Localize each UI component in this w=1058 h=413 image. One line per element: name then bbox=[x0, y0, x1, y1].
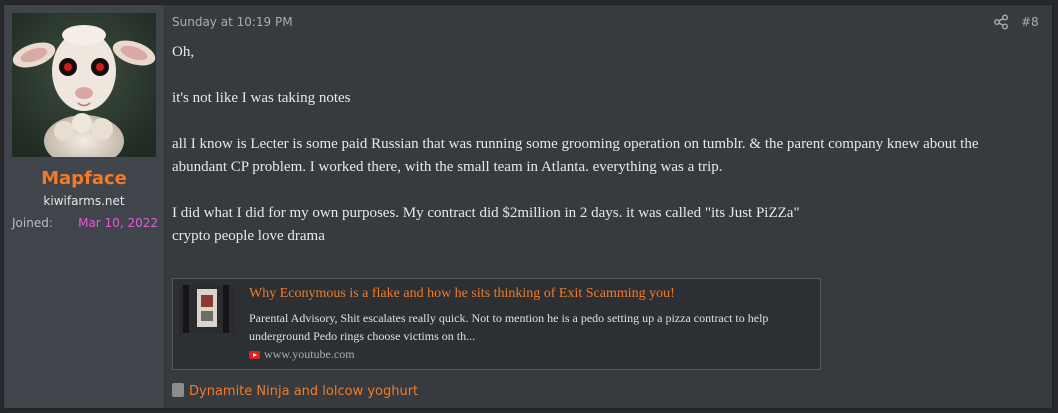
link-preview-card[interactable]: Why Econymous is a flake and how he sits… bbox=[172, 278, 821, 370]
lamb-avatar-icon bbox=[12, 13, 156, 157]
user-info-column: Mapface kiwifarms.net Joined: Mar 10, 20… bbox=[4, 5, 165, 408]
message-post: Mapface kiwifarms.net Joined: Mar 10, 20… bbox=[3, 4, 1053, 409]
post-timestamp[interactable]: Sunday at 10:19 PM bbox=[172, 15, 293, 29]
post-paragraph: crypto people love drama bbox=[172, 228, 325, 244]
post-body: Oh, it's not like I was taking notes all… bbox=[172, 41, 1032, 248]
thumbnail-image-icon bbox=[179, 285, 235, 333]
youtube-icon bbox=[249, 351, 260, 360]
user-title: kiwifarms.net bbox=[43, 194, 125, 208]
link-preview-domain-text: www.youtube.com bbox=[264, 347, 355, 361]
avatar[interactable] bbox=[12, 13, 156, 157]
post-paragraph: Oh, bbox=[172, 44, 195, 60]
share-icon[interactable] bbox=[993, 14, 1009, 30]
link-preview-title[interactable]: Why Econymous is a flake and how he sits… bbox=[249, 286, 814, 302]
reactions-text[interactable]: Dynamite Ninja and lolcow yoghurt bbox=[189, 384, 418, 399]
reactions-bar[interactable]: Dynamite Ninja and lolcow yoghurt bbox=[172, 383, 418, 399]
post-number-link[interactable]: #8 bbox=[1021, 15, 1039, 29]
joined-label: Joined: bbox=[12, 216, 53, 230]
reaction-icon bbox=[172, 383, 184, 397]
post-paragraph: all I know is Lecter is some paid Russia… bbox=[172, 136, 979, 175]
username[interactable]: Mapface bbox=[4, 168, 164, 189]
post-paragraph: I did what I did for my own purposes. My… bbox=[172, 205, 800, 221]
video-thumbnail[interactable] bbox=[179, 285, 235, 333]
joined-date: Mar 10, 2022 bbox=[78, 216, 158, 230]
link-preview-description: Parental Advisory, Shit escalates really… bbox=[249, 311, 769, 343]
post-paragraph: it's not like I was taking notes bbox=[172, 90, 351, 106]
link-preview-domain: www.youtube.com bbox=[249, 347, 355, 362]
